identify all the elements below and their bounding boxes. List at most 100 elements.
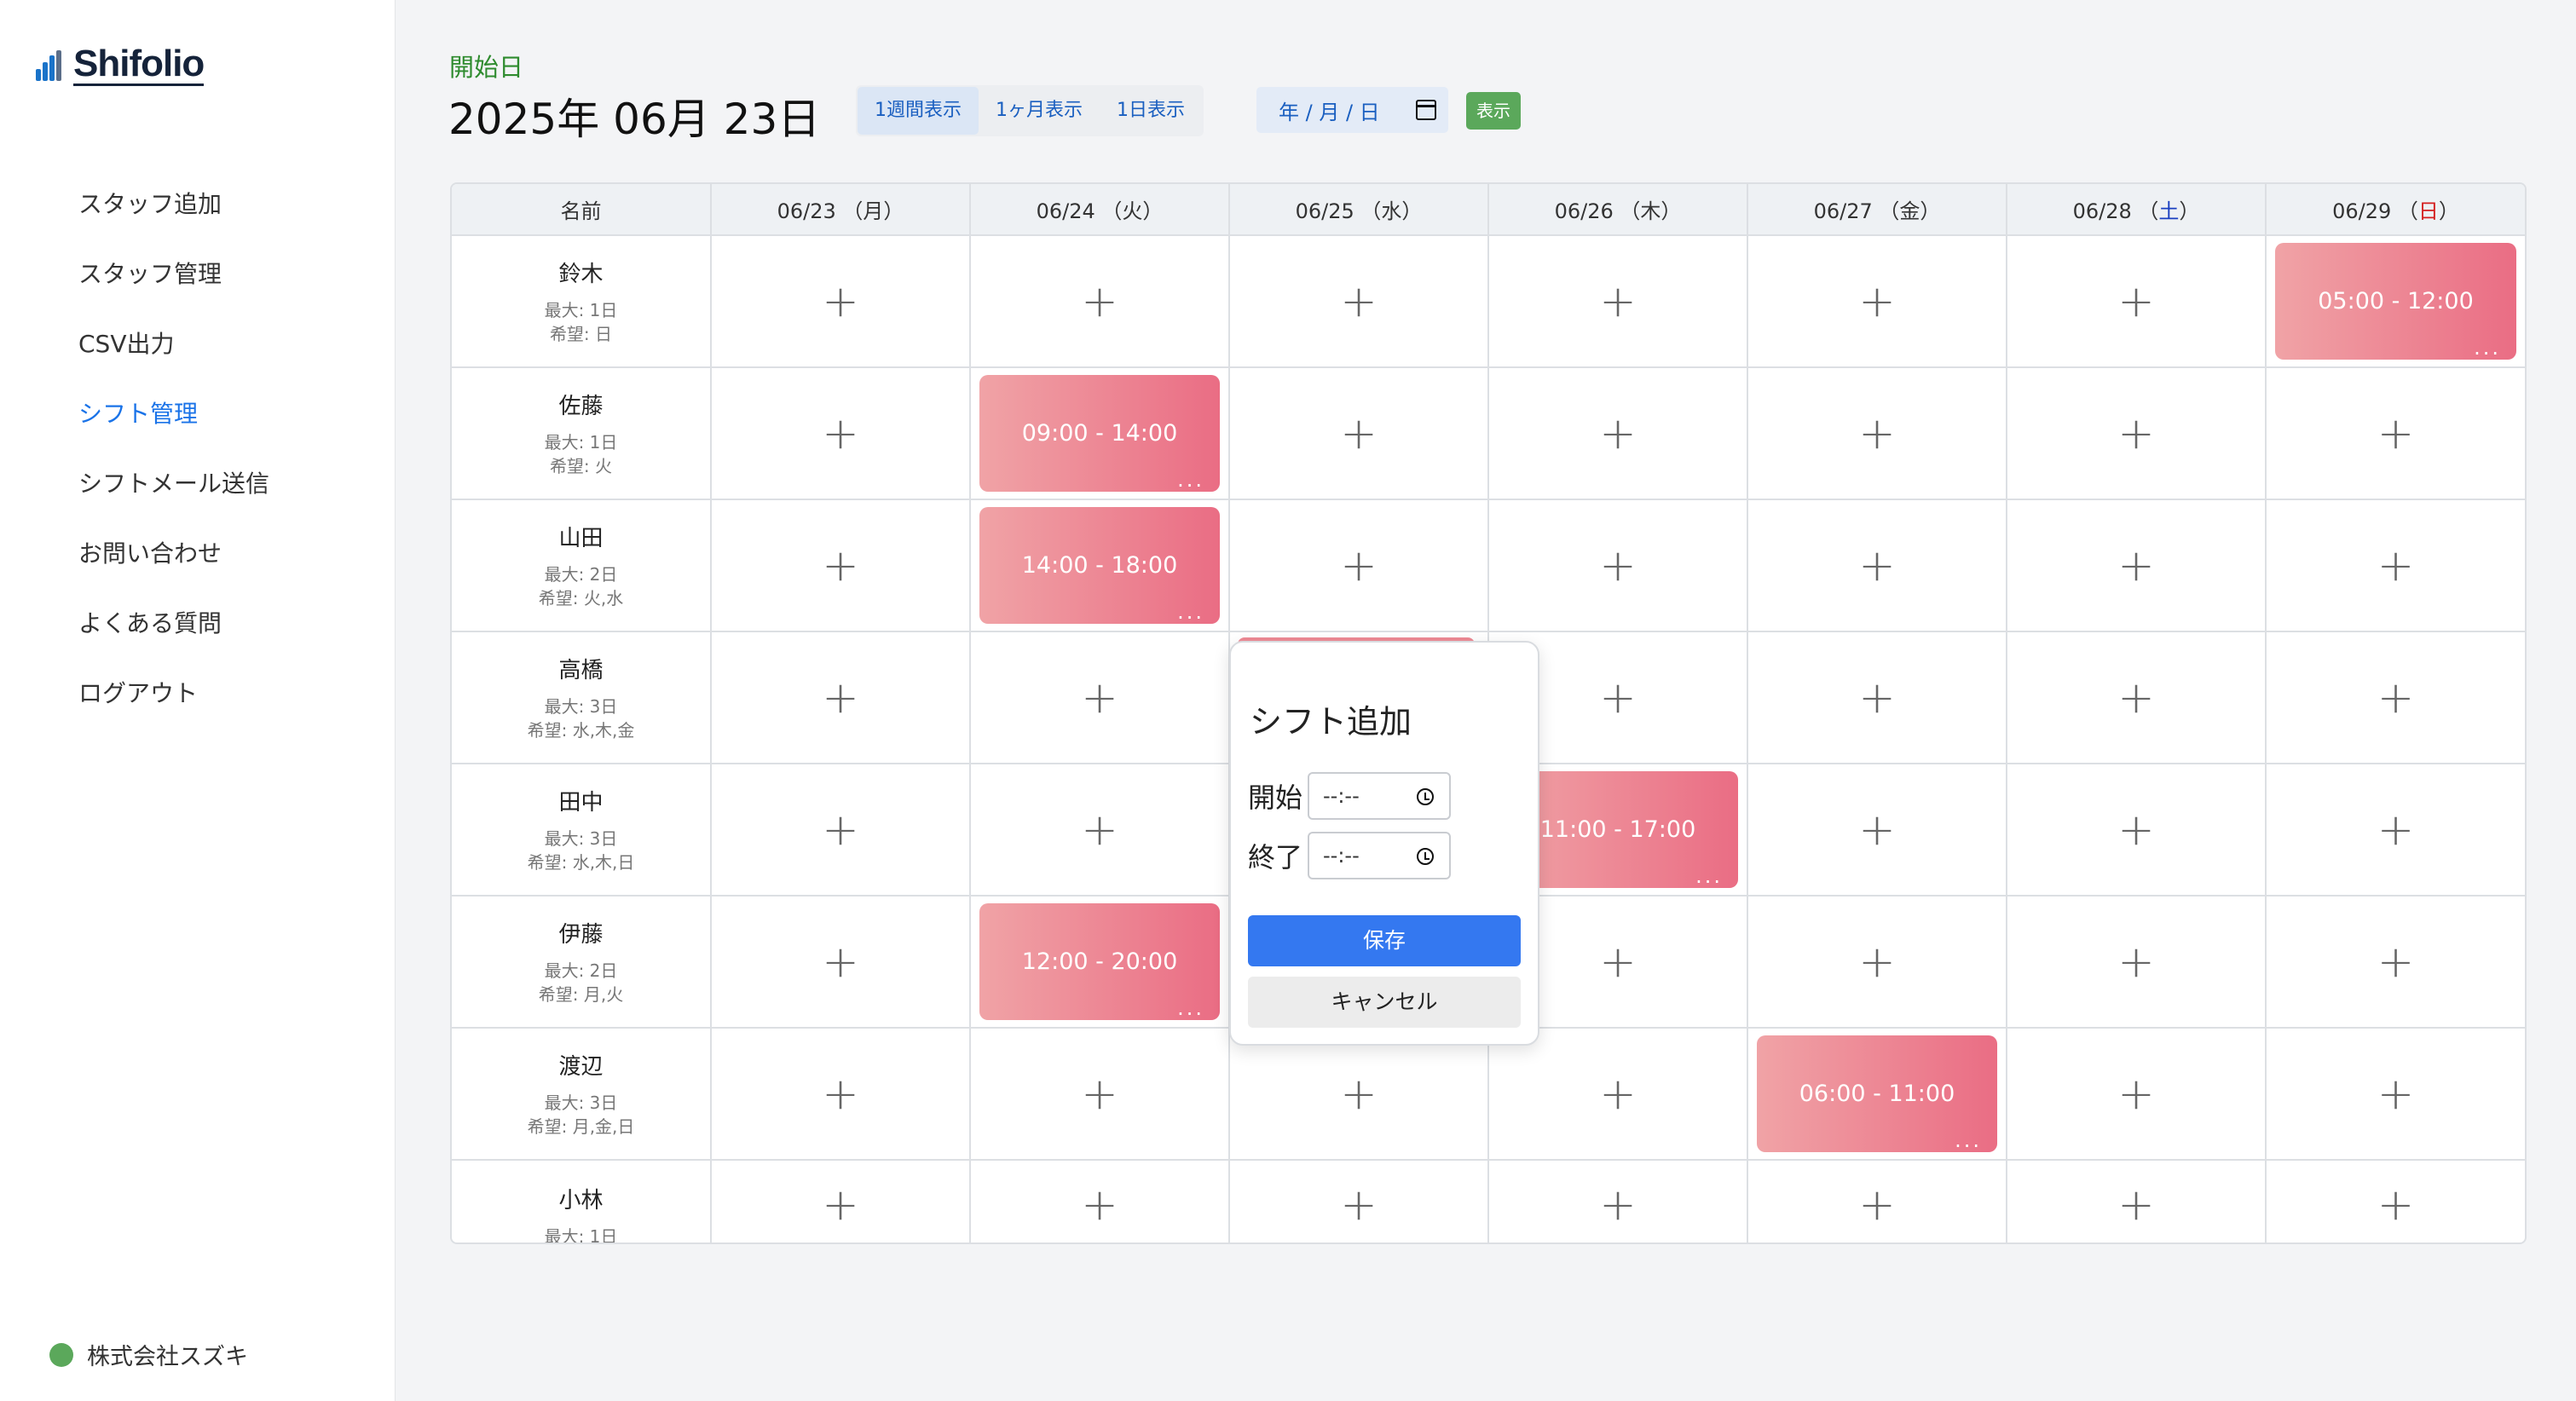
shift-cell[interactable]: +	[2007, 367, 2267, 500]
clock-icon[interactable]	[1417, 848, 1434, 865]
app-logo[interactable]: Shifolio	[36, 44, 205, 86]
add-shift-icon[interactable]: +	[822, 672, 859, 724]
shift-cell[interactable]: +	[711, 235, 971, 368]
sidebar-item[interactable]: CSV出力	[78, 324, 269, 394]
add-shift-icon[interactable]: +	[1858, 937, 1896, 988]
shift-cell[interactable]: +	[1229, 235, 1489, 368]
add-shift-icon[interactable]: +	[1340, 1179, 1378, 1231]
add-shift-icon[interactable]: +	[822, 1069, 859, 1120]
shift-cell[interactable]: +	[1747, 631, 2007, 764]
shift-cell[interactable]: +	[1229, 499, 1489, 632]
start-time-input[interactable]: --:--	[1308, 772, 1451, 820]
shift-cell[interactable]: +	[970, 1028, 1230, 1161]
add-shift-icon[interactable]: +	[1340, 408, 1378, 459]
sidebar-item[interactable]: シフトメール送信	[78, 464, 269, 533]
shift-cell[interactable]: +	[1229, 367, 1489, 500]
shift-cell[interactable]: +	[2007, 1160, 2267, 1242]
shift-cell[interactable]: +	[970, 631, 1230, 764]
shift-cell[interactable]: +	[2266, 896, 2525, 1029]
add-shift-icon[interactable]: +	[2117, 276, 2155, 327]
shift-cell[interactable]: +	[2266, 1028, 2525, 1161]
add-shift-icon[interactable]: +	[2117, 1179, 2155, 1231]
add-shift-icon[interactable]: +	[1081, 1069, 1118, 1120]
add-shift-icon[interactable]: +	[1081, 804, 1118, 856]
shift-cell[interactable]: +	[2007, 1028, 2267, 1161]
shift-cell[interactable]: +	[711, 1028, 971, 1161]
add-shift-icon[interactable]: +	[1858, 804, 1896, 856]
shift-cell[interactable]: +	[1488, 1028, 1748, 1161]
add-shift-icon[interactable]: +	[1599, 276, 1637, 327]
view-button[interactable]: 1週間表示	[858, 87, 979, 135]
shift-block[interactable]: 06:00 - 11:00...	[1757, 1035, 1997, 1152]
more-options-icon[interactable]: ...	[1695, 866, 1723, 886]
add-shift-icon[interactable]: +	[2377, 937, 2415, 988]
add-shift-icon[interactable]: +	[2377, 1069, 2415, 1120]
shift-block[interactable]: 12:00 - 20:00...	[979, 903, 1220, 1020]
add-shift-icon[interactable]: +	[2117, 804, 2155, 856]
add-shift-icon[interactable]: +	[1599, 1179, 1637, 1231]
add-shift-icon[interactable]: +	[822, 408, 859, 459]
shift-cell[interactable]: +	[711, 631, 971, 764]
more-options-icon[interactable]: ...	[1177, 998, 1204, 1018]
add-shift-icon[interactable]: +	[1081, 672, 1118, 724]
add-shift-icon[interactable]: +	[1858, 1179, 1896, 1231]
shift-cell[interactable]: +	[1488, 235, 1748, 368]
add-shift-icon[interactable]: +	[1858, 540, 1896, 591]
shift-cell[interactable]: +	[1747, 1160, 2007, 1242]
shift-cell[interactable]: +	[711, 1160, 971, 1242]
add-shift-icon[interactable]: +	[1858, 276, 1896, 327]
sidebar-item[interactable]: スタッフ追加	[78, 184, 269, 254]
sidebar-item[interactable]: シフト管理	[78, 394, 269, 464]
more-options-icon[interactable]: ...	[1955, 1130, 1982, 1150]
add-shift-icon[interactable]: +	[2117, 672, 2155, 724]
shift-cell[interactable]: +	[1747, 764, 2007, 897]
shift-cell[interactable]: +	[1229, 1160, 1489, 1242]
shift-cell[interactable]: +	[711, 499, 971, 632]
add-shift-icon[interactable]: +	[822, 540, 859, 591]
add-shift-icon[interactable]: +	[2377, 408, 2415, 459]
shift-cell[interactable]: +	[2266, 1160, 2525, 1242]
add-shift-icon[interactable]: +	[1858, 408, 1896, 459]
add-shift-icon[interactable]: +	[1599, 1069, 1637, 1120]
shift-cell[interactable]: +	[1747, 367, 2007, 500]
add-shift-icon[interactable]: +	[822, 804, 859, 856]
add-shift-icon[interactable]: +	[2117, 540, 2155, 591]
shift-cell[interactable]: 09:00 - 14:00...	[970, 367, 1230, 500]
add-shift-icon[interactable]: +	[822, 276, 859, 327]
sidebar-item[interactable]: スタッフ管理	[78, 254, 269, 324]
add-shift-icon[interactable]: +	[822, 937, 859, 988]
shift-cell[interactable]: +	[2007, 499, 2267, 632]
shift-cell[interactable]: +	[711, 896, 971, 1029]
more-options-icon[interactable]: ...	[1177, 470, 1204, 490]
add-shift-icon[interactable]: +	[2117, 937, 2155, 988]
more-options-icon[interactable]: ...	[1177, 602, 1204, 622]
shift-cell[interactable]: +	[2266, 631, 2525, 764]
shift-cell[interactable]: +	[711, 367, 971, 500]
shift-cell[interactable]: +	[2007, 235, 2267, 368]
date-picker-input[interactable]: 年 / 月 / 日	[1256, 87, 1448, 133]
add-shift-icon[interactable]: +	[1340, 276, 1378, 327]
shift-block[interactable]: 05:00 - 12:00...	[2275, 243, 2516, 360]
sidebar-item[interactable]: お問い合わせ	[78, 533, 269, 603]
shift-cell[interactable]: 14:00 - 18:00...	[970, 499, 1230, 632]
shift-cell[interactable]: +	[2007, 896, 2267, 1029]
more-options-icon[interactable]: ...	[2474, 337, 2501, 358]
add-shift-icon[interactable]: +	[1858, 672, 1896, 724]
sidebar-item[interactable]: よくある質問	[78, 603, 269, 673]
shift-block[interactable]: 14:00 - 18:00...	[979, 507, 1220, 624]
clock-icon[interactable]	[1417, 788, 1434, 805]
save-button[interactable]: 保存	[1248, 915, 1521, 966]
add-shift-icon[interactable]: +	[1340, 1069, 1378, 1120]
shift-cell[interactable]: +	[2007, 764, 2267, 897]
add-shift-icon[interactable]: +	[2117, 1069, 2155, 1120]
shift-cell[interactable]: +	[970, 235, 1230, 368]
add-shift-icon[interactable]: +	[2377, 672, 2415, 724]
shift-cell[interactable]: +	[1747, 499, 2007, 632]
add-shift-icon[interactable]: +	[1340, 540, 1378, 591]
add-shift-icon[interactable]: +	[1599, 408, 1637, 459]
show-button[interactable]: 表示	[1466, 92, 1521, 130]
shift-cell[interactable]: +	[1229, 1028, 1489, 1161]
shift-cell[interactable]: +	[1747, 896, 2007, 1029]
shift-cell[interactable]: +	[970, 764, 1230, 897]
shift-cell[interactable]: +	[2266, 764, 2525, 897]
